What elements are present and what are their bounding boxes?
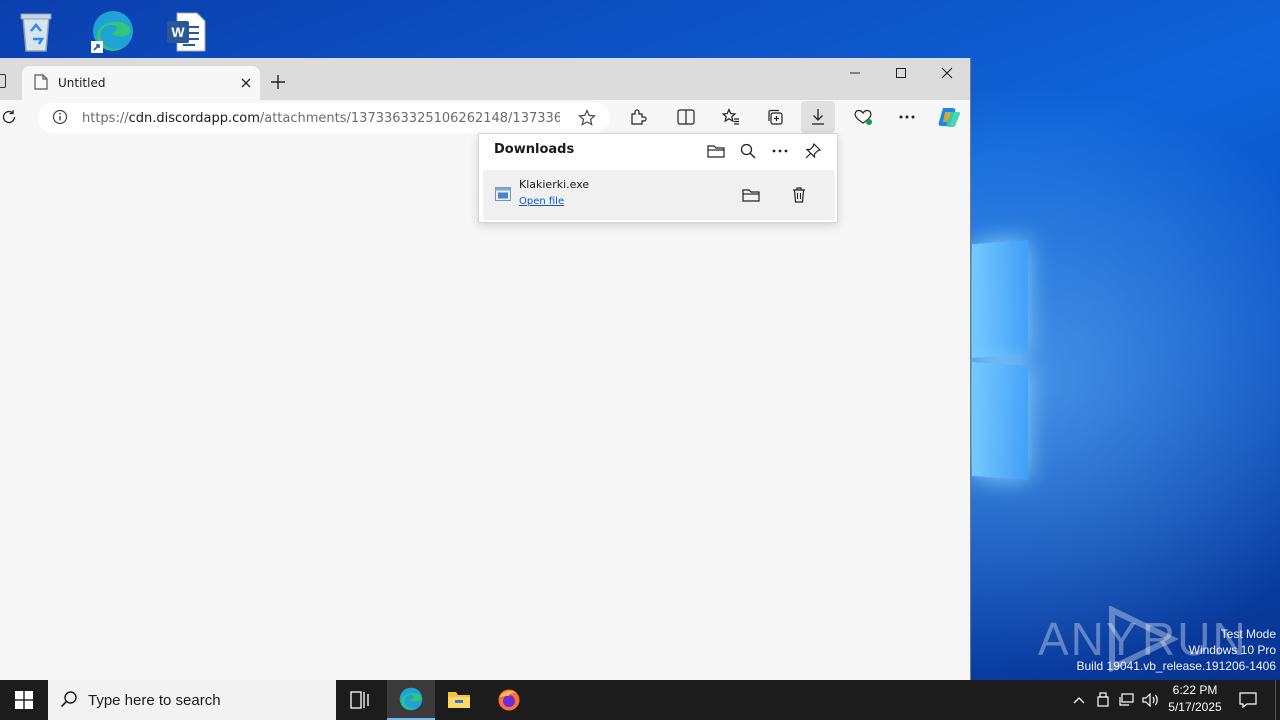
extensions-icon[interactable]: [621, 101, 655, 133]
url-path: /attachments/1373363325106262148/1373363…: [259, 110, 560, 126]
notification-center-icon[interactable]: [1234, 680, 1262, 720]
task-view-icon[interactable]: [336, 680, 384, 720]
windows-logo-wallpaper: [972, 240, 1032, 482]
edge-shortcut-icon[interactable]: [86, 6, 138, 58]
taskbar: Type here to search 6:22 PM 5/17/2025: [0, 680, 1280, 720]
downloads-icon[interactable]: [801, 101, 835, 133]
site-info-icon[interactable]: [52, 109, 68, 128]
recycle-bin-icon[interactable]: [10, 6, 62, 58]
collections-icon[interactable]: [758, 101, 792, 133]
split-screen-icon[interactable]: [669, 101, 703, 133]
tab-actions-icon[interactable]: [0, 74, 6, 88]
clock-date: 5/17/2025: [1168, 700, 1222, 714]
test-mode-watermark: Test Mode Windows 10 Pro Build 19041.vb_…: [1077, 626, 1277, 674]
open-downloads-folder-icon[interactable]: [702, 138, 730, 164]
taskbar-edge-icon[interactable]: [387, 680, 435, 720]
watermark-line-3: Build 19041.vb_release.191206-1406: [1076, 659, 1277, 673]
page-icon: [34, 73, 48, 93]
pin-panel-icon[interactable]: [799, 138, 827, 164]
maximize-button[interactable]: [878, 58, 924, 88]
volume-icon[interactable]: [1140, 680, 1162, 720]
url-text[interactable]: https://cdn.discordapp.com/attachments/1…: [82, 111, 560, 126]
edge-browser-window: Untitled https://cdn.discordapp.com/atta…: [0, 58, 971, 680]
url-prefix: https://: [82, 110, 129, 126]
network-icon[interactable]: [1116, 680, 1138, 720]
search-placeholder: Type here to search: [88, 691, 221, 709]
downloads-panel: Downloads Klakierki.exe Open file: [478, 133, 838, 223]
search-downloads-icon[interactable]: [734, 138, 762, 164]
show-hidden-icons-chevron-icon[interactable]: [1068, 680, 1090, 720]
watermark-line-1: Test Mode: [1220, 627, 1276, 641]
copilot-icon[interactable]: [932, 101, 966, 133]
tab-untitled[interactable]: Untitled: [22, 66, 260, 100]
start-button[interactable]: [0, 680, 48, 720]
usb-device-icon[interactable]: [1092, 680, 1114, 720]
show-desktop-button[interactable]: [1275, 680, 1280, 720]
tab-strip: Untitled: [0, 58, 970, 100]
url-host: cdn.discordapp.com: [128, 110, 260, 126]
search-icon: [60, 690, 78, 711]
browser-toolbar: https://cdn.discordapp.com/attachments/1…: [0, 100, 970, 134]
taskbar-clock[interactable]: 6:22 PM 5/17/2025: [1160, 682, 1230, 716]
clock-time: 6:22 PM: [1172, 683, 1218, 697]
refresh-icon[interactable]: [0, 101, 26, 133]
svg-text:W: W: [171, 24, 185, 40]
close-window-button[interactable]: [924, 58, 970, 88]
new-tab-button[interactable]: [266, 68, 290, 96]
download-filename: Klakierki.exe: [519, 178, 590, 191]
more-options-icon[interactable]: [766, 138, 794, 164]
tab-title: Untitled: [58, 76, 106, 90]
download-item[interactable]: Klakierki.exe Open file: [483, 170, 835, 220]
browser-essentials-icon[interactable]: [846, 101, 880, 133]
open-file-link[interactable]: Open file: [519, 196, 564, 207]
windows-start-icon: [15, 691, 33, 709]
exe-file-icon: [495, 187, 511, 201]
file-explorer-icon[interactable]: [435, 680, 483, 720]
favorite-star-icon[interactable]: [578, 109, 596, 130]
delete-download-icon[interactable]: [785, 181, 813, 209]
minimize-button[interactable]: [832, 58, 878, 88]
firefox-icon[interactable]: [485, 680, 533, 720]
downloads-panel-title: Downloads: [494, 142, 575, 157]
favorites-icon[interactable]: [714, 101, 748, 133]
taskbar-search-box[interactable]: Type here to search: [48, 680, 336, 720]
word-document-icon[interactable]: W: [160, 6, 212, 58]
watermark-line-2: Windows 10 Pro: [1188, 643, 1276, 657]
address-bar[interactable]: https://cdn.discordapp.com/attachments/1…: [38, 103, 610, 133]
tab-close-icon[interactable]: [232, 69, 260, 97]
settings-and-more-icon[interactable]: [890, 101, 924, 133]
show-in-folder-icon[interactable]: [737, 181, 765, 209]
